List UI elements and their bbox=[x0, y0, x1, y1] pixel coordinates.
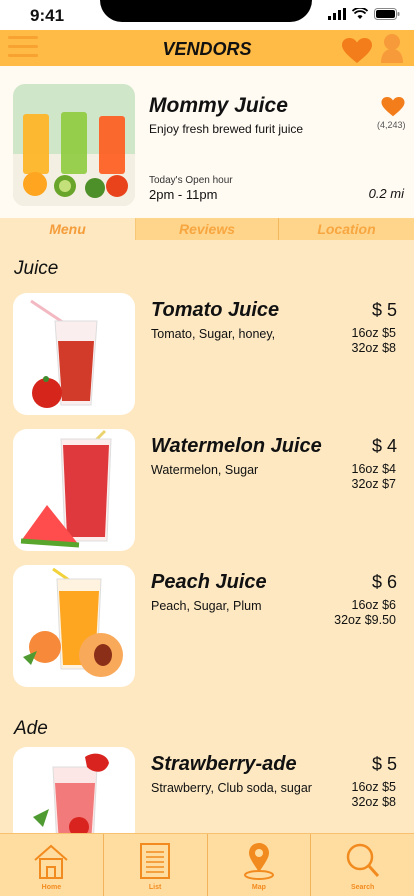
vendor-description: Enjoy fresh brewed furit juice bbox=[149, 122, 304, 136]
item-sizes: 16oz $5 32oz $8 bbox=[352, 326, 396, 356]
battery-icon bbox=[374, 8, 400, 20]
vendor-card: Mommy Juice Enjoy fresh brewed furit jui… bbox=[0, 66, 414, 218]
item-sizes: 16oz $5 32oz $8 bbox=[352, 780, 396, 810]
item-size-small: 16oz $5 bbox=[351, 780, 396, 794]
tomato-juice-image bbox=[13, 293, 135, 415]
menu-item-watermelon-juice[interactable]: Watermelon Juice $ 4 Watermelon, Sugar 1… bbox=[0, 429, 414, 551]
item-size-large: 32oz $9.50 bbox=[334, 613, 396, 627]
nav-list-label: List bbox=[148, 884, 162, 891]
item-price: $ 5 bbox=[371, 754, 397, 774]
item-price: $ 5 bbox=[371, 300, 397, 320]
open-hours: 2pm - 11pm bbox=[149, 187, 218, 202]
vendor-tabs: Menu Reviews Location bbox=[0, 218, 414, 240]
nav-home-label: Home bbox=[41, 884, 62, 891]
item-size-small: 16oz $4 bbox=[351, 462, 396, 476]
item-ingredients: Watermelon, Sugar bbox=[151, 463, 259, 477]
device-notch bbox=[100, 0, 312, 22]
item-ingredients: Peach, Sugar, Plum bbox=[151, 599, 262, 613]
map-pin-icon bbox=[243, 843, 274, 880]
user-profile-icon[interactable] bbox=[380, 33, 404, 68]
favorites-heart-icon[interactable] bbox=[342, 38, 372, 69]
item-name: Strawberry-ade bbox=[151, 753, 297, 775]
item-size-large: 32oz $7 bbox=[351, 477, 396, 491]
peach-juice-image bbox=[13, 565, 135, 687]
item-size-small: 16oz $6 bbox=[351, 598, 396, 612]
menu-item-tomato-juice[interactable]: Tomato Juice $ 5 Tomato, Sugar, honey, 1… bbox=[0, 293, 414, 415]
item-size-large: 32oz $8 bbox=[351, 341, 396, 355]
nav-map-label: Map bbox=[251, 884, 266, 891]
nav-home[interactable]: Home bbox=[0, 834, 104, 896]
item-sizes: 16oz $4 32oz $7 bbox=[352, 462, 396, 492]
home-icon bbox=[34, 844, 69, 879]
status-icons bbox=[328, 8, 400, 20]
tab-reviews[interactable]: Reviews bbox=[135, 218, 278, 240]
bottom-nav: Home List Map Search bbox=[0, 833, 414, 896]
app-header: VENDORS bbox=[0, 30, 414, 66]
item-name: Watermelon Juice bbox=[151, 435, 322, 457]
vendor-name: Mommy Juice bbox=[149, 94, 288, 117]
item-ingredients: Strawberry, Club soda, sugar bbox=[151, 781, 312, 795]
item-size-small: 16oz $5 bbox=[351, 326, 396, 340]
list-icon bbox=[140, 843, 171, 879]
vendor-like-heart-icon[interactable] bbox=[381, 97, 405, 122]
hours-label: Today's Open hour bbox=[149, 175, 233, 186]
vendor-image bbox=[13, 84, 135, 206]
vendor-distance: 0.2 mi bbox=[368, 186, 404, 201]
item-size-large: 32oz $8 bbox=[351, 795, 396, 809]
status-time: 9:41 bbox=[30, 6, 65, 25]
section-title-juice: Juice bbox=[14, 258, 59, 279]
signal-icon bbox=[328, 8, 346, 20]
item-sizes: 16oz $6 32oz $9.50 bbox=[334, 598, 396, 628]
search-icon bbox=[346, 843, 379, 878]
item-name: Tomato Juice bbox=[151, 299, 280, 321]
nav-map[interactable]: Map bbox=[208, 834, 312, 896]
nav-list[interactable]: List bbox=[104, 834, 208, 896]
item-price: $ 4 bbox=[371, 436, 397, 456]
wifi-icon bbox=[352, 8, 368, 19]
nav-search-label: Search bbox=[350, 884, 375, 891]
watermelon-juice-image bbox=[13, 429, 135, 551]
item-price: $ 6 bbox=[371, 572, 397, 592]
item-name: Peach Juice bbox=[151, 571, 267, 593]
tab-location[interactable]: Location bbox=[278, 218, 414, 240]
vendor-like-count: (4,243) bbox=[377, 120, 406, 130]
status-bar: 9:41 bbox=[0, 0, 414, 30]
item-ingredients: Tomato, Sugar, honey, bbox=[151, 327, 276, 341]
tab-menu[interactable]: Menu bbox=[0, 218, 135, 240]
section-title-ade: Ade bbox=[14, 718, 48, 739]
nav-search[interactable]: Search bbox=[311, 834, 414, 896]
menu-item-peach-juice[interactable]: Peach Juice $ 6 Peach, Sugar, Plum 16oz … bbox=[0, 565, 414, 687]
